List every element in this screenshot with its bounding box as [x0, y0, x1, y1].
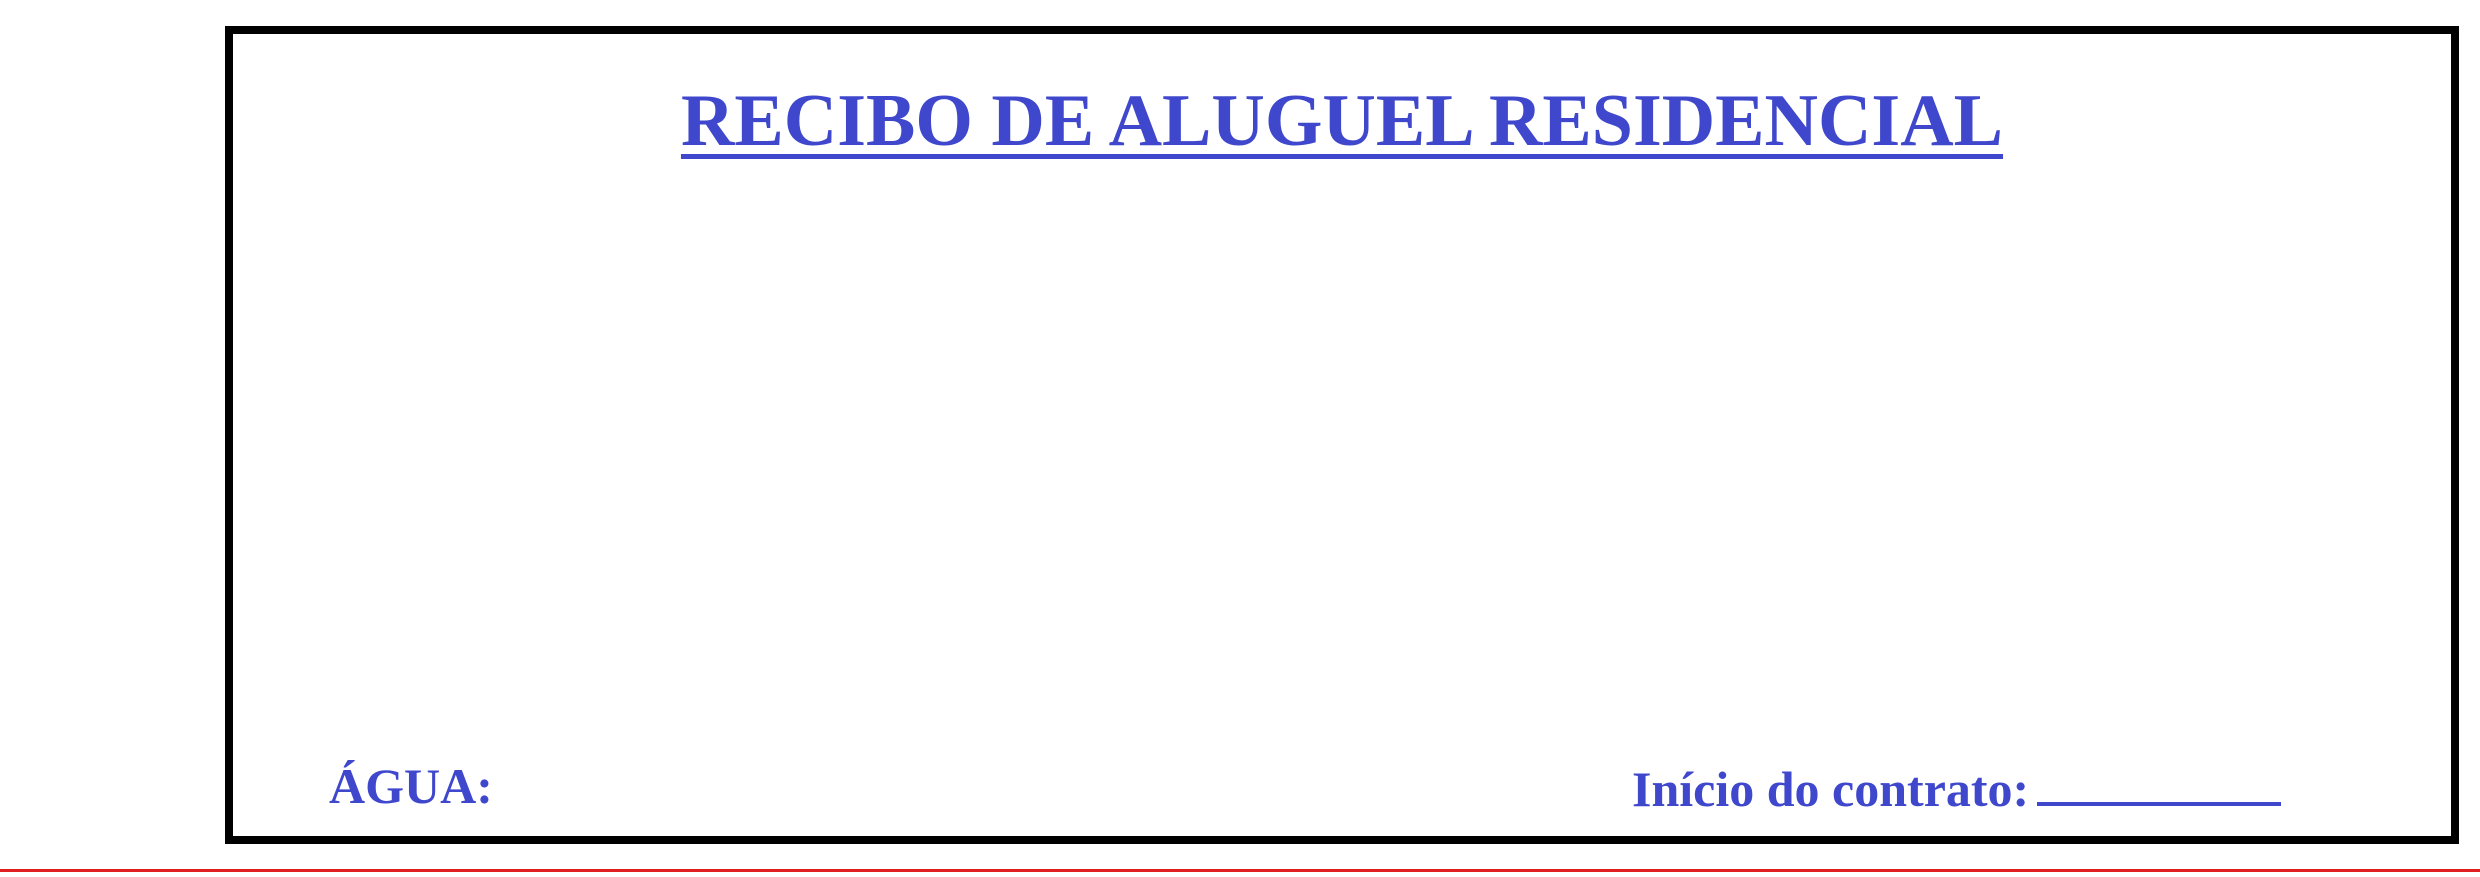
contract-start-field: Início do contrato:	[1632, 761, 2282, 817]
receipt-frame: RECIBO DE ALUGUEL RESIDENCIAL ÁGUA: Iníc…	[225, 26, 2459, 844]
contract-start-blank-line[interactable]	[2037, 762, 2282, 806]
contract-start-label: Início do contrato:	[1632, 761, 2030, 817]
receipt-title: RECIBO DE ALUGUEL RESIDENCIAL	[233, 84, 2451, 158]
page-bottom-rule	[0, 869, 2480, 872]
receipt-title-text: RECIBO DE ALUGUEL RESIDENCIAL	[680, 80, 2004, 162]
water-field-label: ÁGUA:	[329, 758, 493, 814]
